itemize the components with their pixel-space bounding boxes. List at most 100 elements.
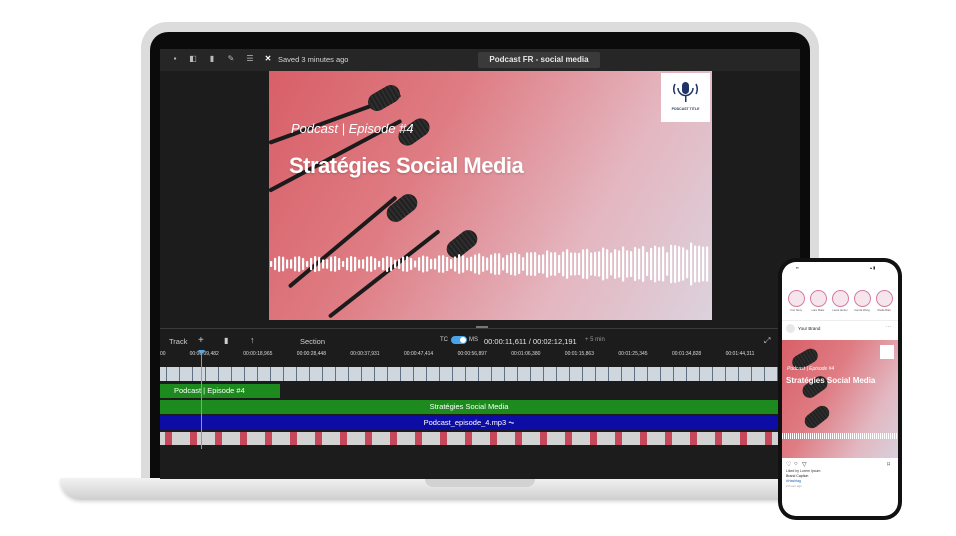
laptop-notch xyxy=(425,478,535,487)
story-avatar[interactable] xyxy=(810,290,827,307)
waveform-bar xyxy=(278,256,281,272)
waveform-bar xyxy=(538,254,541,274)
waveform-bar xyxy=(406,256,409,272)
waveform-bar xyxy=(562,251,565,277)
waveform-bar xyxy=(670,244,673,284)
share-icon[interactable]: ◧ xyxy=(188,54,198,64)
waveform-bar xyxy=(458,254,461,274)
like-icon[interactable]: ♡ xyxy=(786,461,791,468)
bookmark-icon[interactable]: ⌑ xyxy=(887,461,890,468)
waveform-bar xyxy=(478,253,481,275)
episode-text-clip[interactable]: Podcast | Episode #4 xyxy=(160,384,280,398)
audio-clip[interactable]: Podcast_episode_4.mp3 ⏦ xyxy=(160,416,778,430)
story-avatar[interactable] xyxy=(876,290,893,307)
waveform-bar xyxy=(306,260,309,268)
timeline-controls: Track + ▮ ↑ Section TC MS 00:00:11,611 /… xyxy=(160,333,800,348)
audio-clip-label: Podcast_episode_4.mp3 xyxy=(423,418,507,427)
section-label[interactable]: Section xyxy=(300,337,325,346)
ruler-tick-label: 00:00:37,931 xyxy=(350,351,380,357)
brand-avatar[interactable] xyxy=(786,324,795,333)
stories-row: Your Story Liam Maier Laura Hunter Camila W… xyxy=(782,290,898,314)
track-label: Track xyxy=(169,337,188,346)
story-avatar[interactable] xyxy=(854,290,871,307)
microphone-image xyxy=(383,190,421,226)
waveform-bar xyxy=(470,256,473,272)
waveform-bar xyxy=(410,257,413,271)
video-thumbnail-strip xyxy=(160,367,780,381)
audio-waveform xyxy=(270,242,709,286)
waveform-bar xyxy=(486,257,489,271)
zoom-select[interactable]: + 5 min xyxy=(585,337,605,343)
story-avatar[interactable] xyxy=(832,290,849,307)
waveform-bar xyxy=(314,256,317,272)
ruler-tick-label: 00:01:06,380 xyxy=(511,351,541,357)
close-icon[interactable]: ✕ xyxy=(263,54,273,64)
list-icon[interactable]: ☰ xyxy=(245,54,255,64)
waveform-bar xyxy=(282,256,285,272)
waveform-bar xyxy=(626,250,629,278)
waveform-bar xyxy=(678,246,681,282)
waveform-bar xyxy=(378,260,381,268)
trash-icon[interactable]: ▮ xyxy=(224,336,228,345)
waveform-bar xyxy=(666,252,669,276)
waveform-bar xyxy=(402,256,405,272)
waveform-bar xyxy=(374,257,377,271)
waveform-bar xyxy=(294,256,297,272)
waveform-bar xyxy=(578,252,581,276)
send-icon[interactable]: ▽ xyxy=(802,461,807,468)
waveform-bar xyxy=(422,255,425,273)
waveform-bar xyxy=(482,256,485,272)
waveform-bar xyxy=(418,257,421,271)
post-caption: Brand Caption xyxy=(786,474,809,478)
waveform-bar xyxy=(634,247,637,281)
waveform-bar xyxy=(534,251,537,277)
waveform-bar xyxy=(434,258,437,270)
export-icon[interactable]: ▮ xyxy=(207,54,217,64)
waveform-bar xyxy=(310,257,313,271)
audio-wave-icon: ⏦ xyxy=(508,418,515,427)
brand-name[interactable]: Your Brand xyxy=(798,326,820,331)
post-image[interactable]: Podcast | Episode #4 Stratégies Social M… xyxy=(782,340,898,458)
editor-screen: ▪ ◧ ▮ ✎ ☰ ✕ Saved 3 minutes ago Podcast … xyxy=(160,49,800,479)
resize-handle[interactable] xyxy=(476,326,488,328)
toggle-knob xyxy=(460,337,466,343)
expand-icon[interactable]: ⤢ xyxy=(764,336,770,346)
waveform-bar xyxy=(274,257,277,271)
ruler-tick-label: 00:00:47,414 xyxy=(404,351,434,357)
status-icons: ▴ ▮ xyxy=(870,265,876,270)
post-hashtag[interactable]: #Hashtag xyxy=(786,479,801,483)
story-avatar[interactable] xyxy=(788,290,805,307)
waveform-bar xyxy=(566,249,569,279)
timeline-ruler[interactable]: 00 00:00:09,482 00:00:18,965 00:00:28,448 00… xyxy=(160,350,800,366)
edit-icon[interactable]: ✎ xyxy=(226,54,236,64)
waveform-bar xyxy=(526,252,529,276)
waveform-bar xyxy=(674,245,677,283)
waveform-bar xyxy=(462,255,465,273)
waveform-bar xyxy=(358,259,361,269)
ruler-tick-label: 00:01:15,863 xyxy=(564,351,594,357)
more-icon[interactable]: ⋯ xyxy=(886,324,891,330)
waveform-bar xyxy=(522,257,525,271)
arrow-up-icon[interactable]: ↑ xyxy=(250,335,255,345)
project-title[interactable]: Podcast FR - social media xyxy=(478,52,600,68)
save-icon[interactable]: ▪ xyxy=(170,54,180,64)
waveform-bar xyxy=(602,247,605,281)
tc-ms-toggle[interactable] xyxy=(451,336,467,344)
waveform-bar xyxy=(694,245,697,283)
ruler-tick-label: 00:00:18,965 xyxy=(243,351,273,357)
ruler-tick-label: 00 xyxy=(160,351,166,357)
title-text-clip[interactable]: Stratégies Social Media xyxy=(160,400,778,414)
waveform-bar xyxy=(542,254,545,274)
waveform-bar xyxy=(474,254,477,274)
waveform-bar xyxy=(394,259,397,269)
timeline-divider[interactable] xyxy=(160,328,800,329)
waveform-bar xyxy=(598,251,601,277)
waveform-bar xyxy=(574,252,577,276)
post-likes: Liked by Lorem Ipsum xyxy=(786,469,821,473)
comment-icon[interactable]: ○ xyxy=(794,461,798,467)
playhead[interactable] xyxy=(201,354,202,449)
ruler-tick-label: 00:01:25,345 xyxy=(618,351,648,357)
add-track-icon[interactable]: + xyxy=(198,335,204,346)
waveform-bar xyxy=(554,252,557,276)
video-preview[interactable]: Podcast | Episode #4 Stratégies Social M… xyxy=(269,71,712,320)
